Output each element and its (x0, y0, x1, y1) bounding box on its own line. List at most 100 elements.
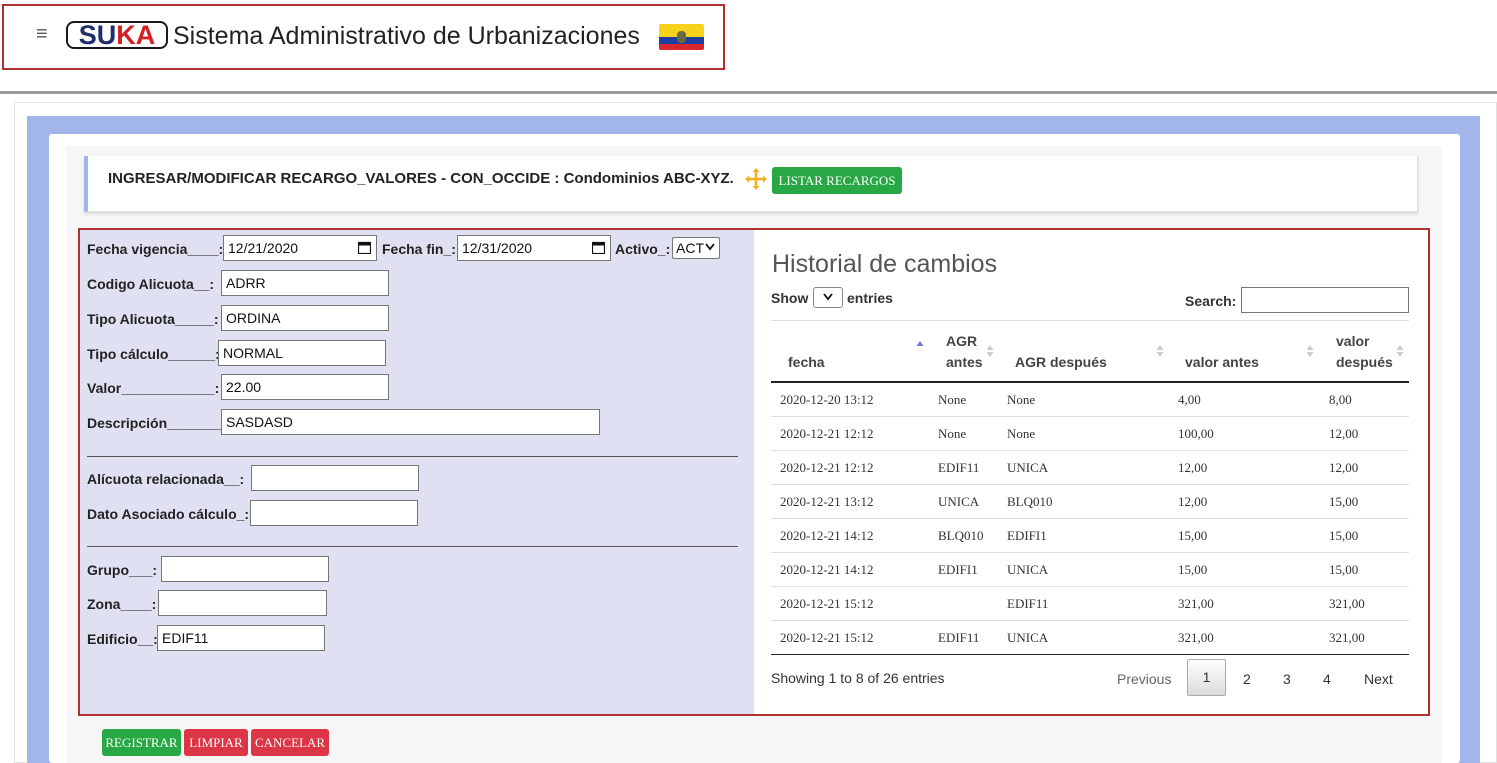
cell-valor-despues: 8,00 (1329, 392, 1352, 407)
tipo-alicuota-input[interactable]: ORDINA (221, 305, 389, 331)
col-agr-antes-header-line1[interactable]: AGR (946, 331, 977, 352)
tipo-calculo-input[interactable]: NORMAL (218, 340, 386, 366)
cell-valor-despues: 12,00 (1329, 426, 1359, 441)
cell-valor-antes: 15,00 (1178, 562, 1208, 577)
table-row: 2020-12-20 13:12 None None 4,00 8,00 (771, 383, 1409, 417)
table-row: 2020-12-21 15:12 EDIF11 UNICA 321,00 321… (771, 621, 1409, 655)
cell-fecha: 2020-12-21 12:12 (780, 460, 874, 475)
descripcion-input[interactable]: SASDASD (221, 409, 600, 435)
sort-icon (986, 345, 994, 357)
cell-valor-antes: 4,00 (1178, 392, 1201, 407)
cell-agr-despues: UNICA (1007, 460, 1049, 475)
valor-label: Valor____________: (87, 380, 220, 396)
cell-fecha: 2020-12-21 15:12 (780, 596, 874, 611)
calendar-icon[interactable] (592, 241, 605, 254)
cell-fecha: 2020-12-21 14:12 (780, 562, 874, 577)
cell-agr-antes: BLQ010 (938, 528, 984, 543)
limpiar-button[interactable]: LIMPIAR (184, 729, 248, 756)
list-recargos-button[interactable]: LISTAR RECARGOS (772, 167, 902, 194)
cell-agr-antes: EDIF11 (938, 460, 980, 475)
search-input[interactable] (1241, 287, 1409, 313)
pagination-page-2[interactable]: 2 (1243, 671, 1251, 687)
cell-fecha: 2020-12-21 13:12 (780, 494, 874, 509)
suka-logo: SUKA (66, 21, 168, 49)
dato-asociado-input[interactable] (250, 500, 418, 526)
cell-valor-antes: 12,00 (1178, 494, 1208, 509)
alicuota-relacionada-label: Alícuota relacionada__: (87, 471, 245, 487)
table-info: Showing 1 to 8 of 26 entries (771, 670, 945, 686)
alicuota-relacionada-input[interactable] (251, 465, 419, 491)
grupo-input[interactable] (161, 556, 329, 582)
col-agr-despues-header[interactable]: AGR después (1015, 352, 1107, 373)
cell-valor-antes: 15,00 (1178, 528, 1208, 543)
col-valor-despues-header-line2[interactable]: después (1336, 352, 1393, 373)
cell-agr-despues: EDIFI1 (1007, 528, 1047, 543)
cell-agr-despues: EDIF11 (1007, 596, 1049, 611)
pagination-page-3[interactable]: 3 (1283, 671, 1291, 687)
fecha-vigencia-input[interactable]: 12/21/2020 (223, 235, 377, 261)
codigo-alicuota-input[interactable]: ADRR (221, 270, 389, 296)
sort-icon (1306, 345, 1314, 357)
table-row: 2020-12-21 14:12 EDIFI1 UNICA 15,00 15,0… (771, 553, 1409, 587)
edificio-input[interactable]: EDIF11 (157, 625, 325, 651)
calendar-icon[interactable] (358, 241, 371, 254)
fecha-fin-input[interactable]: 12/31/2020 (457, 235, 611, 261)
cell-agr-despues: UNICA (1007, 630, 1049, 645)
top-header: ≡ SUKA Sistema Administrativo de Urbaniz… (0, 0, 1497, 92)
pagination-page-4[interactable]: 4 (1323, 671, 1331, 687)
pagination-next[interactable]: Next (1364, 671, 1393, 687)
move-arrows-icon[interactable] (744, 167, 768, 191)
col-fecha-header[interactable]: fecha (788, 352, 825, 373)
cell-agr-despues: BLQ010 (1007, 494, 1053, 509)
cell-agr-despues: None (1007, 392, 1036, 407)
table-row: 2020-12-21 15:12 EDIF11 321,00 321,00 (771, 587, 1409, 621)
show-label: Show (771, 290, 809, 306)
hamburger-icon[interactable]: ≡ (36, 24, 48, 44)
activo-select[interactable]: ACT (672, 237, 720, 259)
zona-label: Zona____: (87, 596, 157, 612)
cell-agr-antes: EDIF11 (938, 630, 980, 645)
header-divider (0, 91, 1497, 94)
page-title: INGRESAR/MODIFICAR RECARGO_VALORES - CON… (108, 170, 734, 187)
cancelar-button[interactable]: CANCELAR (251, 729, 329, 756)
divider-line (87, 456, 738, 457)
table-top-border (771, 320, 1409, 321)
ecuador-flag-icon (659, 24, 704, 50)
table-row: 2020-12-21 12:12 None None 100,00 12,00 (771, 417, 1409, 451)
sort-icon (1156, 345, 1164, 357)
cell-agr-antes: EDIFI1 (938, 562, 978, 577)
zona-input[interactable] (158, 590, 327, 616)
table-row: 2020-12-21 14:12 BLQ010 EDIFI1 15,00 15,… (771, 519, 1409, 553)
col-valor-antes-header[interactable]: valor antes (1185, 352, 1259, 373)
grupo-label: Grupo___: (87, 562, 158, 578)
entries-length-select[interactable] (813, 287, 843, 308)
cell-valor-antes: 321,00 (1178, 596, 1214, 611)
history-title: Historial de cambios (772, 250, 998, 278)
cell-valor-antes: 100,00 (1178, 426, 1214, 441)
col-valor-despues-header-line1[interactable]: valor (1336, 331, 1369, 352)
codigo-alicuota-label: Codigo Alicuota__: (87, 276, 215, 292)
activo-label: Activo_: (615, 241, 671, 257)
entries-label: entries (847, 290, 893, 306)
pagination-previous[interactable]: Previous (1117, 671, 1171, 687)
cell-agr-antes: UNICA (938, 494, 980, 509)
app-title: Sistema Administrativo de Urbanizaciones (173, 22, 640, 50)
pagination-page-1[interactable]: 1 (1187, 659, 1226, 696)
table-row: 2020-12-21 12:12 EDIF11 UNICA 12,00 12,0… (771, 451, 1409, 485)
cell-valor-despues: 15,00 (1329, 562, 1359, 577)
col-agr-antes-header-line2[interactable]: antes (946, 352, 983, 373)
cell-valor-despues: 321,00 (1329, 630, 1365, 645)
chevron-down-icon (705, 243, 715, 251)
sort-asc-icon (916, 341, 924, 346)
fecha-vigencia-label: Fecha vigencia____: (87, 241, 224, 257)
tipo-alicuota-label: Tipo Alicuota_____: (87, 311, 219, 327)
dato-asociado-label: Dato Asociado cálculo_: (87, 506, 250, 522)
valor-input[interactable]: 22.00 (221, 374, 389, 400)
cell-fecha: 2020-12-21 12:12 (780, 426, 874, 441)
registrar-button[interactable]: REGISTRAR (102, 729, 181, 756)
cell-valor-despues: 12,00 (1329, 460, 1359, 475)
cell-fecha: 2020-12-20 13:12 (780, 392, 874, 407)
cell-fecha: 2020-12-21 15:12 (780, 630, 874, 645)
cell-valor-antes: 12,00 (1178, 460, 1208, 475)
chevron-down-icon (823, 293, 833, 301)
